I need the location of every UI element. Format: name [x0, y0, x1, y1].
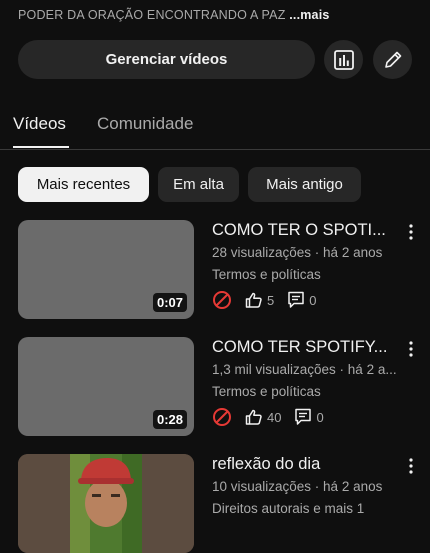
- video-stats: 40 0: [212, 406, 324, 428]
- tabs-divider: [0, 149, 430, 150]
- like-count: 5: [267, 292, 275, 308]
- video-thumbnail[interactable]: [18, 454, 194, 553]
- video-stats: 5 0: [212, 289, 316, 311]
- video-meta: 10 visualizações · há 2 anos: [212, 479, 383, 494]
- bar-chart-icon: [333, 49, 354, 70]
- pencil-icon: [384, 51, 401, 68]
- restricted-icon: [213, 408, 231, 426]
- description-text: PODER DA ORAÇÃO ENCONTRANDO A PAZ: [18, 8, 286, 22]
- thumbs-up-icon: [245, 409, 262, 425]
- tab-videos[interactable]: Vídeos: [13, 114, 66, 134]
- video-thumbnail[interactable]: 0:07: [18, 220, 194, 319]
- more-options-icon[interactable]: [404, 223, 418, 241]
- video-thumbnail[interactable]: 0:28: [18, 337, 194, 436]
- more-options-icon[interactable]: [404, 340, 418, 358]
- duration-badge: 0:07: [152, 293, 187, 312]
- manage-videos-button[interactable]: Gerenciar vídeos: [18, 40, 315, 79]
- video-title[interactable]: reflexão do dia: [212, 455, 392, 474]
- more-options-icon[interactable]: [404, 457, 418, 475]
- edit-channel-button[interactable]: [373, 40, 412, 79]
- video-status[interactable]: Termos e políticas: [212, 384, 418, 399]
- video-title[interactable]: COMO TER SPOTIFY...: [212, 338, 392, 357]
- comment-count: 0: [316, 409, 324, 425]
- thumbs-up-icon: [245, 292, 262, 308]
- duration-badge: 0:28: [152, 410, 187, 429]
- person-photo-thumbnail: [18, 454, 194, 553]
- comment-icon: [295, 408, 312, 425]
- comment-count: 0: [309, 292, 317, 308]
- comment-icon: [288, 291, 304, 308]
- analytics-button[interactable]: [324, 40, 363, 79]
- restricted-icon: [213, 291, 231, 309]
- video-status[interactable]: Direitos autorais e mais 1: [212, 501, 418, 516]
- filter-chip-popular[interactable]: Em alta: [158, 167, 239, 202]
- video-status[interactable]: Termos e políticas: [212, 267, 418, 282]
- like-count: 40: [267, 409, 282, 425]
- tab-community[interactable]: Comunidade: [97, 114, 193, 134]
- channel-description[interactable]: PODER DA ORAÇÃO ENCONTRANDO A PAZ ...mai…: [18, 8, 330, 22]
- tab-active-indicator: [13, 146, 69, 148]
- filter-chip-recent[interactable]: Mais recentes: [18, 167, 149, 202]
- video-meta: 28 visualizações · há 2 anos: [212, 245, 383, 260]
- video-meta: 1,3 mil visualizações · há 2 a...: [212, 362, 397, 377]
- filter-chip-oldest[interactable]: Mais antigo: [248, 167, 361, 202]
- video-title[interactable]: COMO TER O SPOTI...: [212, 221, 392, 240]
- more-link[interactable]: ...mais: [289, 8, 329, 22]
